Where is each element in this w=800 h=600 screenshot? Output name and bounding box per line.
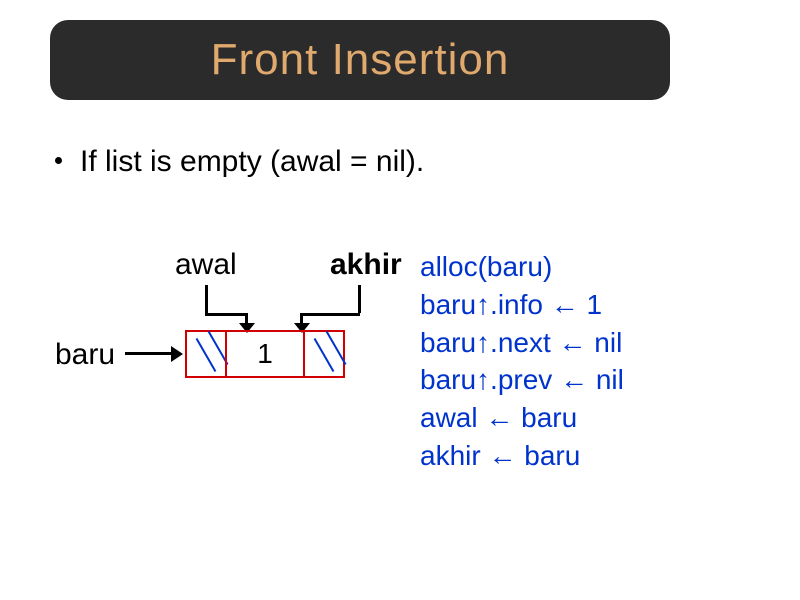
node-info-value: 1 [257, 338, 273, 370]
code-line-3: baru↑.next ← nil [420, 324, 624, 362]
bullet-text: If list is empty (awal = nil). [80, 145, 424, 179]
code-line-1: alloc(baru) [420, 248, 624, 286]
node-info-cell: 1 [225, 330, 305, 378]
label-awal: awal [175, 248, 237, 282]
label-akhir: akhir [330, 248, 402, 282]
title-bar: Front Insertion [50, 20, 670, 100]
code-line-6: akhir ← baru [420, 437, 624, 475]
node-prev-nil [185, 330, 225, 378]
code-line-5: awal ← baru [420, 399, 624, 437]
code-line-2: baru↑.info ← 1 [420, 286, 624, 324]
slide-title: Front Insertion [211, 35, 510, 85]
bullet-dot [55, 157, 62, 164]
code-line-4: baru↑.prev ← nil [420, 361, 624, 399]
list-node: 1 [185, 330, 345, 378]
node-next-nil [305, 330, 345, 378]
label-baru: baru [55, 338, 115, 372]
pseudocode-block: alloc(baru) baru↑.info ← 1 baru↑.next ← … [420, 248, 624, 475]
